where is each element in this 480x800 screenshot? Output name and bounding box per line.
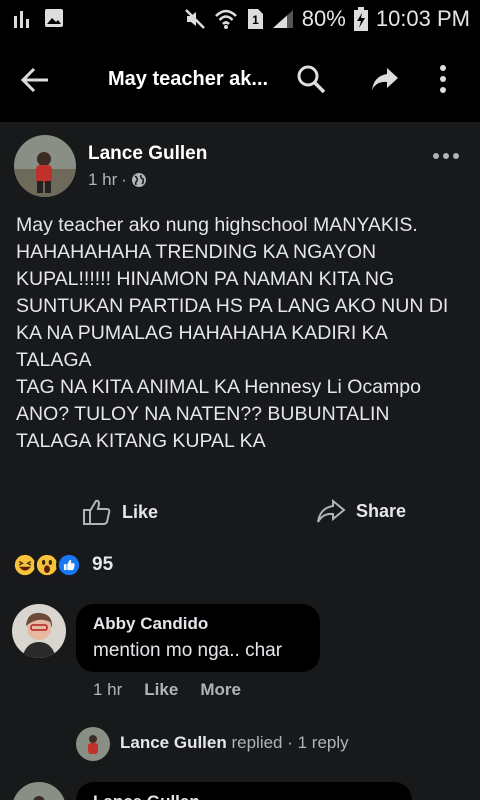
clock: 10:03 PM [375,6,470,31]
post-text-line: SUNTUKAN PARTIDA HS PA LANG AKO NUN DI [16,295,449,317]
post-card: Lance Gullen 1 hr · May teacher ako nung… [0,122,480,800]
avatar[interactable] [12,604,66,658]
more-vertical-icon[interactable] [438,64,448,94]
post-text-line: TALAGA KITANG KUPAL KA [16,430,266,452]
post-text-line: HAHAHAHAHA TRENDING KA NGAYON [16,241,377,263]
reaction-summary[interactable]: 95 [12,552,113,578]
post-time[interactable]: 1 hr [88,170,117,190]
avatar[interactable] [14,135,76,197]
post-text-line: KA NA PUMALAG HAHAHAHA KADIRI KA [16,322,388,344]
comment-bubble[interactable]: Abby Candido mention mo nga.. char [76,604,320,672]
sim-card-icon: 1 [247,9,263,29]
comment-more-button[interactable]: More [200,680,241,700]
back-arrow-icon[interactable] [20,66,50,94]
meta-separator: · [121,170,127,189]
share-icon [317,498,346,523]
status-bar: 1 80% 10:03 PM [0,0,480,38]
gallery-icon [45,9,63,27]
battery-percent: 80% [301,6,346,31]
reaction-count: 95 [92,554,114,575]
search-icon[interactable] [296,64,326,94]
globe-icon [131,173,146,187]
signal-bars-icon [14,11,29,28]
post-text-line: ANO? TULOY NA NATEN?? BUBUNTALIN [16,403,390,425]
comment-text: mention mo nga.. char [93,640,283,661]
app-bar: May teacher ak... [0,38,480,122]
wifi-icon [214,9,237,29]
share-button[interactable]: Share [316,498,406,524]
post-text-line: TALAGA [16,349,92,371]
like-button[interactable]: Like [82,498,158,526]
like-reaction-icon [56,552,82,578]
page-title: May teacher ak... [108,68,269,90]
profile-photo-icon [12,782,66,800]
share-label: Share [356,500,407,521]
view-replies-link[interactable]: Lance Gullen replied · 1 reply [120,733,349,753]
thumbs-up-icon [83,499,111,525]
post-text-line: May teacher ako nung highschool MANYAKIS… [16,214,418,236]
more-horizontal-icon[interactable] [432,152,460,160]
profile-photo-icon [12,604,66,658]
share-arrow-icon[interactable] [370,66,400,92]
mute-icon [184,9,205,29]
post-author[interactable]: Lance Gullen [88,143,207,165]
post-text-line: KUPAL!!!!!! HINAMON PA NAMAN KITA NG [16,268,395,290]
status-left [14,8,64,28]
battery-charging-icon [353,7,368,31]
comment-bubble[interactable]: Lance Gullen [76,782,412,800]
post-text: May teacher ako nung highschool MANYAKIS… [16,212,472,455]
like-label: Like [122,501,159,522]
reply-author: Lance Gullen [120,733,227,752]
profile-photo-icon [14,135,76,197]
comment-actions: 1 hr Like More [93,680,241,700]
comment-author[interactable]: Abby Candido [93,614,208,634]
comment-like-button[interactable]: Like [144,680,178,700]
comment-author[interactable]: Lance Gullen [93,792,200,800]
cell-signal-icon [272,10,293,28]
avatar[interactable] [76,727,110,761]
reply-count: replied · 1 reply [226,733,349,752]
avatar[interactable] [12,782,66,800]
post-meta: 1 hr · [88,170,147,190]
post-text-line: TAG NA KITA ANIMAL KA Hennesy Li Ocampo [16,376,421,398]
profile-photo-icon [76,727,110,761]
status-right: 1 80% 10:03 PM [184,6,470,32]
comment-time: 1 hr [93,680,123,699]
svg-text:1: 1 [252,13,259,27]
